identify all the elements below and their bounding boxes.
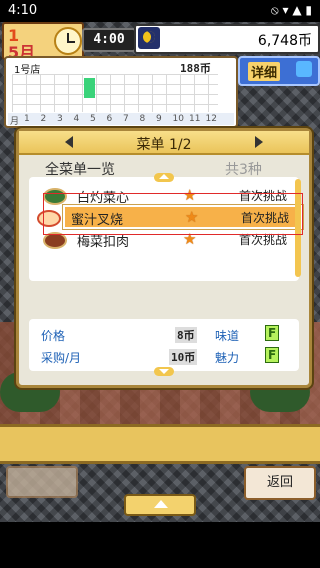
moon-icon: [138, 27, 160, 49]
month-tick: 2: [40, 114, 47, 124]
menu-dialog: 菜单 1/2 全菜单一览 共3种 白灼菜心 ★ 首次挑战 蜜汁叉烧 ★ 首次挑战…: [16, 128, 312, 388]
charm-label: 魅力: [215, 351, 240, 365]
taste-grade: F: [265, 325, 280, 341]
list-title: 全菜单一览: [45, 162, 115, 178]
month-tick: 7: [123, 114, 129, 124]
month-tick: 3: [57, 114, 63, 124]
price-value: 8币: [175, 327, 197, 343]
scroll-up-icon[interactable]: [154, 173, 174, 182]
money-panel: 6,748币: [134, 24, 320, 54]
back-button[interactable]: 返回: [244, 466, 316, 500]
dish-count: 共3种: [225, 162, 262, 178]
character-icon: [296, 61, 312, 77]
cost-label: 采购/月: [41, 351, 82, 365]
month-tick: 9: [156, 114, 162, 124]
sales-chart: [12, 74, 218, 112]
status-time: 4:10: [8, 3, 38, 18]
message-bar: [0, 424, 320, 464]
detail-button-label: 详细: [248, 62, 281, 81]
month-tick: 10: [172, 114, 184, 124]
charm-grade: F: [265, 347, 280, 363]
month-tick: 5: [90, 114, 96, 124]
detail-button[interactable]: 详细: [238, 56, 320, 86]
money-value: 6,748币: [257, 33, 312, 49]
date-panel: 1 5月: [2, 22, 84, 62]
month-tick: 12: [205, 114, 217, 124]
status-bar: 4:10 ⦸ ▾ ▲ ▮: [0, 0, 320, 22]
month-tick: 11: [189, 114, 201, 124]
menu-page-title: 菜单 1/2: [136, 137, 192, 153]
month-tick: 8: [139, 114, 146, 124]
expand-up-icon: [154, 500, 168, 508]
month-axis-label: 月: [10, 117, 20, 127]
scroll-down-icon[interactable]: [154, 367, 174, 376]
clock-icon: [54, 27, 82, 55]
taste-label: 味道: [215, 329, 240, 343]
clock-time: 4:00: [82, 28, 136, 52]
dish-details: 价格 8币 味道 F 采购/月 10币 魅力 F: [29, 319, 299, 371]
month-tick: 4: [73, 114, 80, 124]
status-icons: ⦸ ▾ ▲ ▮: [270, 3, 312, 17]
month-axis: 月 1 2 3 4 5 6 7 8 9 10 11 12: [8, 113, 234, 127]
info-panel: [6, 466, 78, 498]
expand-button[interactable]: [124, 494, 196, 516]
month-tick: 6: [106, 114, 113, 124]
selection-frame: [43, 193, 303, 235]
next-page-arrow-icon[interactable]: [255, 136, 263, 148]
price-label: 价格: [41, 329, 66, 343]
dialog-header: 菜单 1/2: [19, 131, 309, 155]
cost-value: 10币: [169, 349, 198, 365]
month-tick: 1: [24, 114, 30, 124]
current-month-bar: [84, 78, 95, 98]
store-sales-panel[interactable]: 1号店 188币 月 1 2 3 4 5 6 7 8 9 10 11 12: [4, 56, 238, 128]
